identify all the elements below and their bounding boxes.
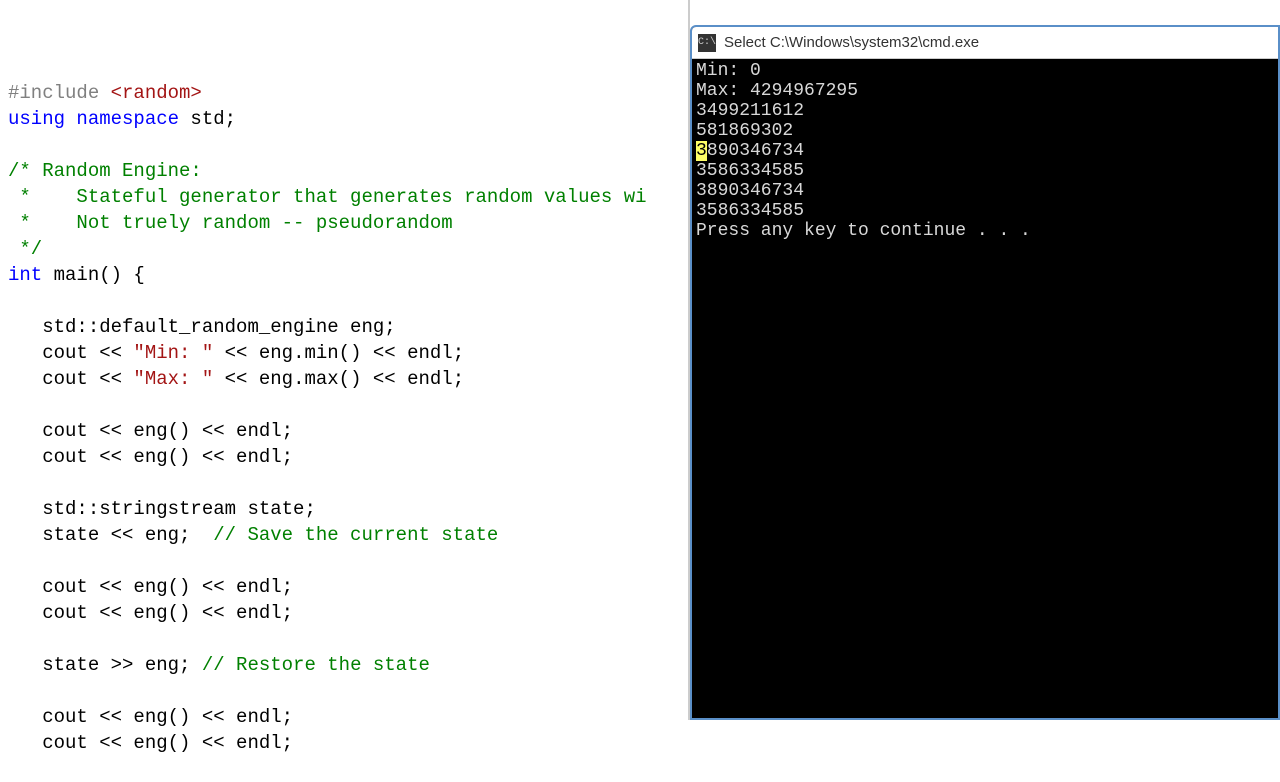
code-text: << eng.min() << endl;	[213, 342, 464, 364]
code-text: << eng.max() << endl;	[213, 368, 464, 390]
cmd-icon: C:\	[698, 34, 716, 52]
comment-line: * Stateful generator that generates rand…	[8, 186, 647, 208]
comment-line: * Not truely random -- pseudorandom	[8, 212, 453, 234]
code-text: std;	[179, 108, 236, 130]
terminal-selected-char: 3	[696, 141, 707, 161]
keyword-int: int	[8, 264, 42, 286]
code-text: cout << eng() << endl;	[8, 706, 293, 728]
terminal-line: 3890346734	[696, 181, 804, 201]
terminal-output[interactable]: Min: 0 Max: 4294967295 3499211612 581869…	[692, 59, 1278, 718]
comment-inline: // Save the current state	[213, 524, 498, 546]
code-text: cout << eng() << endl;	[8, 576, 293, 598]
code-editor[interactable]: #include <random> using namespace std; /…	[0, 0, 690, 720]
code-text: main() {	[42, 264, 145, 286]
terminal-line: 890346734	[707, 141, 804, 161]
include-path: <random>	[99, 82, 202, 104]
code-text: cout <<	[8, 368, 133, 390]
terminal-line: 3586334585	[696, 161, 804, 181]
terminal-line: Max: 4294967295	[696, 81, 858, 101]
terminal-line: Min: 0	[696, 61, 761, 81]
code-text: std::default_random_engine eng;	[8, 316, 396, 338]
comment-line: /* Random Engine:	[8, 160, 202, 182]
code-text: cout << eng() << endl;	[8, 602, 293, 624]
code-text: cout << eng() << endl;	[8, 732, 293, 754]
terminal-titlebar[interactable]: C:\ Select C:\Windows\system32\cmd.exe	[692, 27, 1278, 59]
terminal-line: 581869302	[696, 121, 793, 141]
code-text: cout <<	[8, 342, 133, 364]
terminal-line: Press any key to continue . . .	[696, 221, 1031, 241]
string-literal: "Min: "	[133, 342, 213, 364]
string-literal: "Max: "	[133, 368, 213, 390]
code-text: std::stringstream state;	[8, 498, 316, 520]
comment-line: */	[8, 238, 42, 260]
keyword-using: using namespace	[8, 108, 179, 130]
terminal-title: Select C:\Windows\system32\cmd.exe	[724, 34, 979, 51]
code-text: state << eng;	[8, 524, 213, 546]
comment-inline: // Restore the state	[202, 654, 430, 676]
terminal-line: 3586334585	[696, 201, 804, 221]
preprocessor-directive: #include	[8, 82, 99, 104]
terminal-window[interactable]: C:\ Select C:\Windows\system32\cmd.exe M…	[690, 25, 1280, 720]
code-text: state >> eng;	[8, 654, 202, 676]
code-text: cout << eng() << endl;	[8, 446, 293, 468]
code-text: cout << eng() << endl;	[8, 420, 293, 442]
terminal-line: 3499211612	[696, 101, 804, 121]
